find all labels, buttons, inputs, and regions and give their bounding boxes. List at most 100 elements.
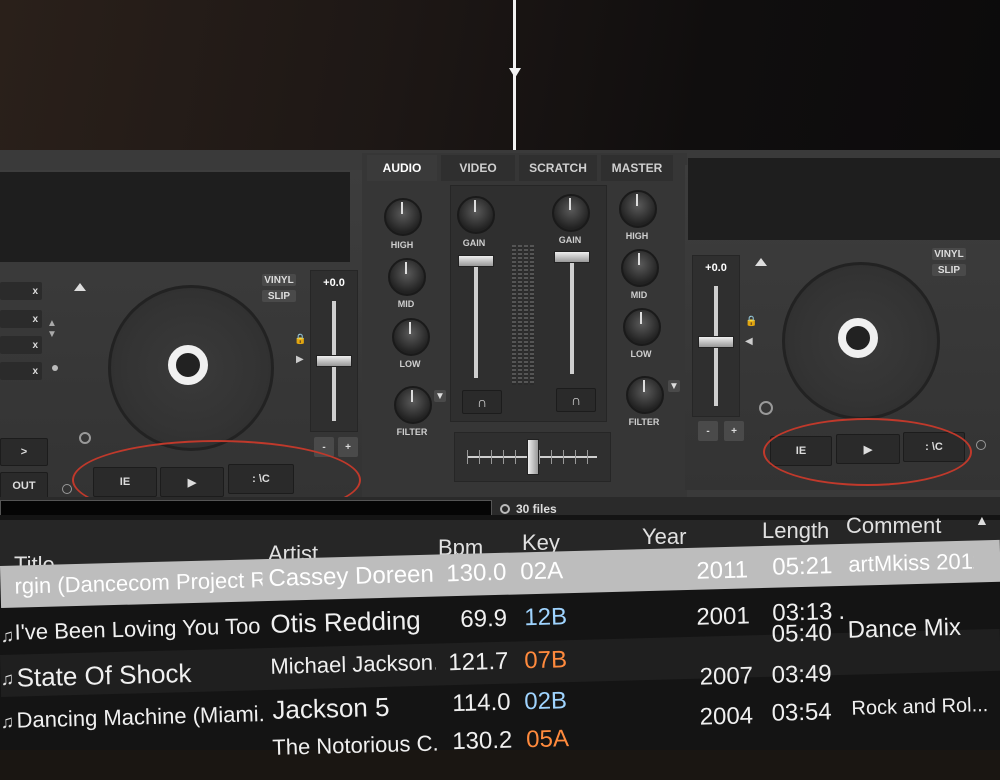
right-low-label: LOW (630, 349, 652, 359)
left-out-button[interactable]: OUT (0, 472, 48, 500)
left-mid-knob[interactable] (388, 258, 426, 296)
left-high-knob[interactable] (384, 198, 422, 236)
row-title: I've Been Loving You Too L... (14, 613, 263, 645)
right-vinyl-button[interactable]: VINYL (932, 248, 966, 260)
row-artist: Jackson 5 (272, 691, 390, 725)
crossfader-panel (454, 432, 611, 482)
left-headphone-icon[interactable]: ∩ (462, 390, 502, 414)
tab-scratch[interactable]: SCRATCH (519, 155, 597, 181)
row-title: rgin (Dancecom Project Remix (14, 567, 263, 599)
left-waveform-display (0, 172, 350, 262)
annotation-circle-right (763, 418, 972, 486)
tab-audio[interactable]: AUDIO (367, 155, 437, 181)
left-low-knob[interactable] (392, 318, 430, 356)
music-note-icon: ♫ (0, 668, 15, 689)
eject-icon[interactable] (74, 283, 86, 291)
row-comment: Dance Mix (847, 613, 962, 644)
loop-slot-2[interactable]: x (0, 310, 42, 328)
tab-video[interactable]: VIDEO (441, 155, 515, 181)
right-filter-label: FILTER (628, 417, 660, 427)
right-gain-label: GAIN (558, 235, 582, 245)
right-lock-icon[interactable]: 🔒 (745, 316, 757, 327)
right-gain-knob[interactable] (552, 194, 590, 232)
right-settings-icon[interactable] (976, 440, 986, 450)
row-bpm: 114.0 (451, 688, 511, 718)
row-artist: Michael Jackson... (270, 649, 436, 679)
left-pitch-value: +0.0 (323, 277, 345, 289)
right-mid-label: MID (630, 290, 648, 300)
row-key: 02A (519, 557, 564, 586)
tab-master[interactable]: MASTER (601, 155, 673, 181)
vu-meter-right-1 (524, 245, 528, 385)
left-gain-knob[interactable] (457, 196, 495, 234)
right-channel-track (570, 254, 574, 374)
vu-meter-left-1 (512, 245, 516, 385)
file-count: 30 files (516, 502, 557, 516)
right-eject-icon[interactable] (755, 258, 767, 266)
left-gain-label: GAIN (462, 238, 486, 248)
right-high-label: HIGH (625, 231, 649, 241)
row-length: 03:54 (771, 698, 833, 727)
row-key: 02B (523, 687, 568, 716)
left-next-button[interactable]: > (0, 438, 48, 466)
right-headphone-icon[interactable]: ∩ (556, 388, 596, 412)
right-pitch-slider[interactable] (698, 336, 734, 348)
left-channel-fader[interactable] (458, 255, 494, 267)
row-year: 2001 (696, 602, 751, 631)
right-high-knob[interactable] (619, 190, 657, 228)
row-comment: Rock and Rol... (851, 694, 989, 720)
right-jog-wheel[interactable] (782, 262, 940, 420)
row-comment: . (837, 597, 846, 626)
left-stop-icon[interactable] (79, 432, 91, 444)
left-mid-label: MID (397, 299, 415, 309)
row-length: 05:21 (771, 552, 833, 581)
right-pitch-plus-button[interactable]: + (724, 421, 744, 441)
scroll-up-icon[interactable]: ▲ (975, 512, 989, 528)
left-settings-icon[interactable] (62, 484, 72, 494)
right-pitch-value: +0.0 (705, 262, 727, 274)
loop-slot-4[interactable]: x (0, 362, 42, 380)
row-artist: Otis Redding (270, 604, 422, 639)
right-low-knob[interactable] (623, 308, 661, 346)
right-pitch-minus-button[interactable]: - (698, 421, 718, 441)
column-comment[interactable]: Comment (846, 513, 941, 539)
right-filter-knob[interactable] (626, 376, 664, 414)
left-pitch-slider[interactable] (316, 355, 352, 367)
loop-slot-1[interactable]: x (0, 282, 42, 300)
row-year: 2004 (699, 702, 754, 731)
right-pitch-arrow-icon: ◀ (745, 336, 753, 347)
left-slip-button[interactable]: SLIP (262, 290, 296, 302)
left-channel-track (474, 258, 478, 378)
row-length: 05:40 (771, 619, 833, 648)
left-filter-dropdown-icon[interactable]: ▼ (434, 390, 446, 402)
scroll-arrows-icon[interactable]: ▲ ▼ (47, 318, 57, 340)
left-filter-knob[interactable] (394, 386, 432, 424)
column-length[interactable]: Length (762, 518, 829, 544)
music-note-icon: ♫ (0, 711, 15, 732)
left-jog-center-icon (168, 345, 208, 385)
dot-indicator (52, 365, 58, 371)
row-key: 07B (523, 646, 568, 675)
row-bpm: 130.0 (446, 558, 507, 588)
row-key: 12B (523, 603, 568, 632)
right-slip-button[interactable]: SLIP (932, 264, 966, 276)
left-pitch-panel: +0.0 (310, 270, 358, 432)
left-jog-wheel[interactable] (108, 285, 274, 451)
loop-slot-3[interactable]: x (0, 336, 42, 354)
right-mid-knob[interactable] (621, 249, 659, 287)
vu-meter-left-2 (518, 245, 522, 385)
left-lock-icon[interactable]: 🔒 (294, 334, 306, 345)
right-filter-dropdown-icon[interactable]: ▼ (668, 380, 680, 392)
left-vinyl-button[interactable]: VINYL (262, 274, 296, 286)
cable-knot (509, 68, 521, 78)
left-pitch-plus-button[interactable]: + (338, 437, 358, 457)
left-pitch-arrow-icon: ▶ (296, 354, 304, 365)
right-stop-icon[interactable] (759, 401, 773, 415)
row-title (16, 735, 264, 741)
background-wall (0, 0, 1000, 170)
row-year: 2007 (699, 662, 754, 691)
crossfader-handle[interactable] (527, 439, 539, 475)
right-channel-fader[interactable] (554, 251, 590, 263)
column-year[interactable]: Year (642, 524, 686, 550)
left-low-label: LOW (399, 359, 421, 369)
